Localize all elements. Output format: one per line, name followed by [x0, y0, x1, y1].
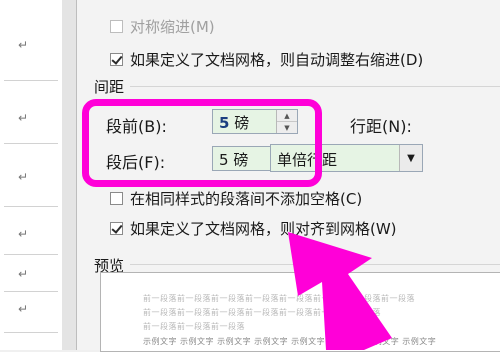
line-spacing-dropdown[interactable]: 单倍行距 ▼	[270, 144, 423, 172]
table-cell: ↵	[4, 81, 58, 144]
no-space-same-style-checkbox[interactable]: 在相同样式的段落间不添加空格(C)	[110, 188, 362, 209]
spin-up-icon[interactable]: ▲	[277, 110, 297, 122]
table-cell: ↵	[4, 207, 58, 255]
table-cell: ↵	[4, 144, 58, 207]
checkbox-box[interactable]	[110, 20, 123, 33]
space-after-number: 5	[219, 151, 229, 169]
space-after-unit: 磅	[233, 151, 249, 169]
checkbox-label: 在相同样式的段落间不添加空格(C)	[130, 190, 363, 208]
paragraph-mark-icon: ↵	[18, 267, 29, 281]
table-cell: ↵	[4, 0, 58, 81]
space-before-unit: 磅	[234, 114, 250, 132]
preview-prev-paragraph: 前一段落前一段落前一段落	[143, 322, 245, 331]
spin-down-icon[interactable]: ▼	[277, 122, 297, 133]
preview-sample-text: 示例文字 示例文字 示例文字 示例文字 示例文字 示例文字 示例文字 示例文字	[143, 337, 437, 346]
mirror-indents-checkbox[interactable]: 对称缩进(M)	[110, 16, 215, 37]
checkbox-label: 如果定义了文档网格，则对齐到网格(W)	[130, 220, 397, 238]
space-before-number: 5	[219, 114, 230, 132]
spacing-divider	[130, 86, 500, 87]
spin-arrows[interactable]: ▲ ▼	[276, 110, 297, 133]
space-before-value[interactable]: 5 磅	[219, 112, 249, 133]
space-before-label: 段前(B):	[106, 117, 167, 136]
checkbox-box[interactable]	[110, 192, 123, 205]
spacing-section-title: 间距	[94, 78, 125, 96]
checkbox-label: 如果定义了文档网格，则自动调整右缩进(D)	[130, 51, 424, 69]
checkbox-label: 对称缩进(M)	[130, 18, 215, 36]
preview-prev-paragraph: 前一段落前一段落前一段落前一段落前一段落前一段落前一段落前一段落	[143, 294, 415, 303]
paragraph-mark-icon: ↵	[18, 38, 29, 52]
preview-prev-paragraph: 前一段落前一段落前一段落前一段落前一段落前一段落前一段落	[143, 308, 381, 317]
document-margin: ↵ ↵ ↵ ↵ ↵ ↵	[0, 0, 63, 350]
line-spacing-label: 行距(N):	[350, 117, 412, 136]
chevron-down-icon[interactable]: ▼	[399, 145, 422, 171]
line-spacing-value: 单倍行距	[277, 151, 338, 169]
paragraph-mark-icon: ↵	[18, 111, 29, 125]
paragraph-mark-icon: ↵	[18, 170, 29, 184]
table-cell: ↵	[4, 292, 58, 333]
window-border	[62, 0, 77, 350]
paragraph-mark-icon: ↵	[18, 302, 29, 316]
space-before-spinner[interactable]: 5 磅 ▲ ▼	[212, 109, 298, 134]
preview-divider	[130, 264, 500, 265]
checkbox-box[interactable]	[110, 53, 123, 66]
space-after-label: 段后(F):	[106, 153, 166, 172]
preview-box: 前一段落前一段落前一段落前一段落前一段落前一段落前一段落前一段落 前一段落前一段…	[100, 272, 500, 352]
snap-to-grid-checkbox[interactable]: 如果定义了文档网格，则对齐到网格(W)	[110, 218, 397, 239]
checkbox-box[interactable]	[110, 222, 123, 235]
paragraph-mark-icon: ↵	[18, 227, 29, 241]
space-after-value[interactable]: 5 磅	[219, 149, 248, 170]
table-cell: ↵	[4, 255, 58, 292]
auto-adjust-right-indent-checkbox[interactable]: 如果定义了文档网格，则自动调整右缩进(D)	[110, 49, 423, 70]
